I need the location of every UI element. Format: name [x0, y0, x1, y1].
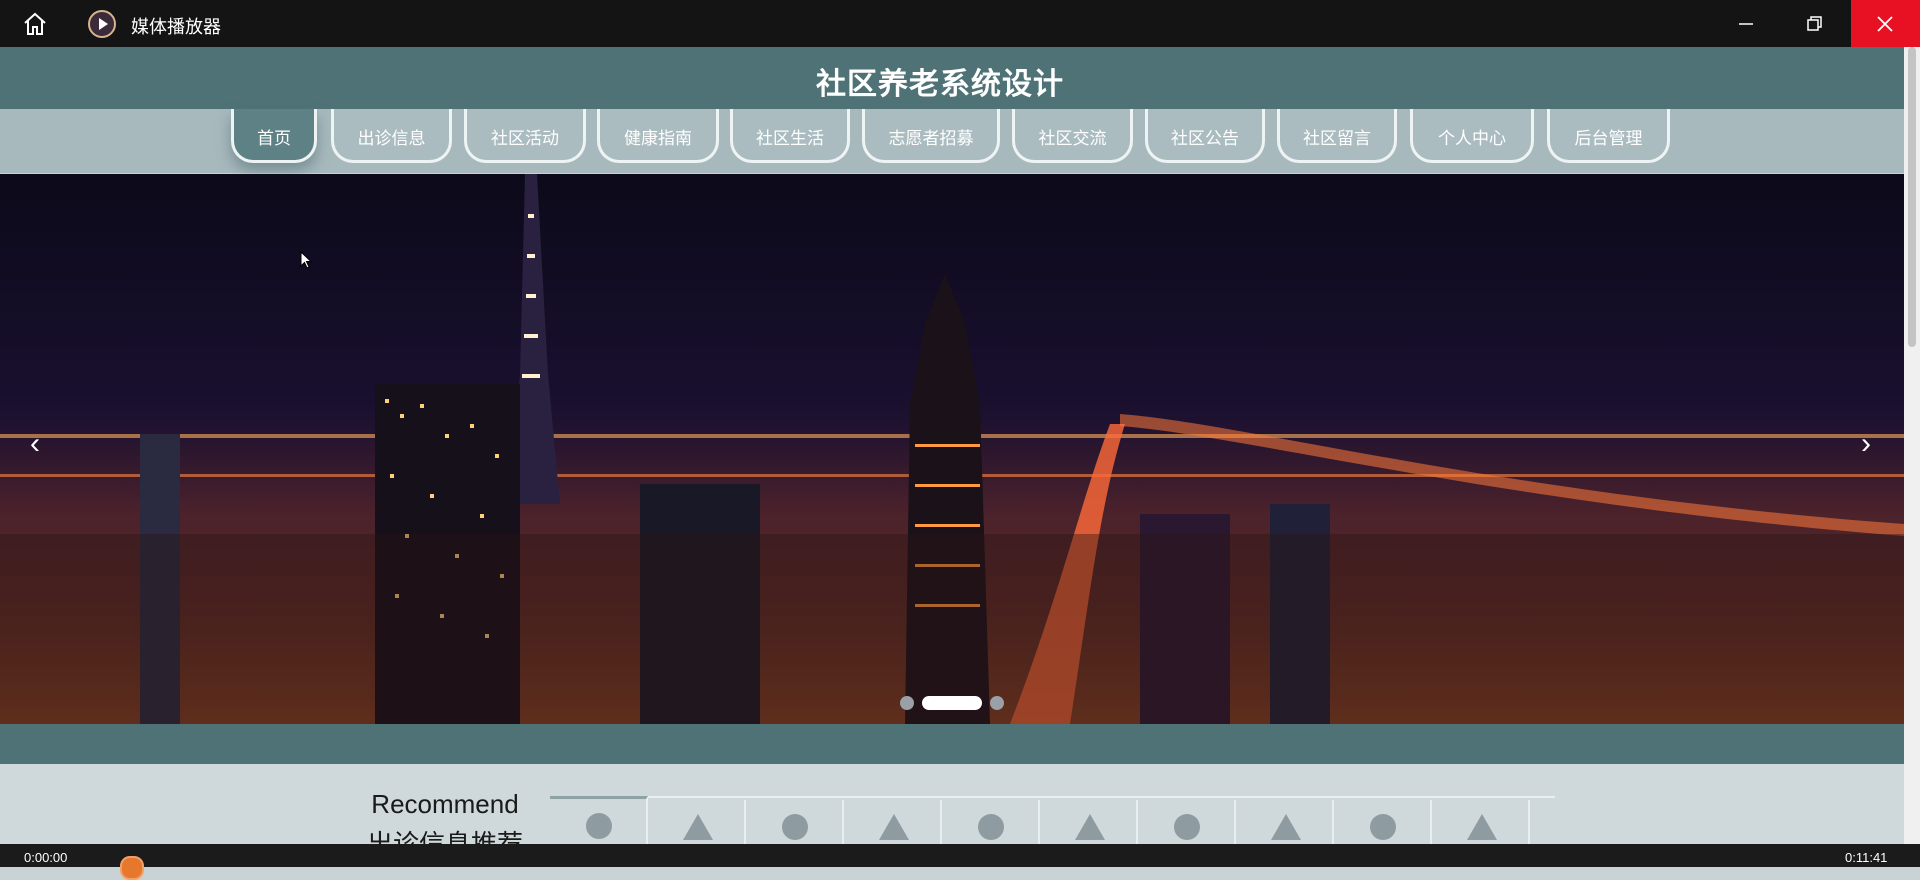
triangle-icon: [879, 814, 909, 840]
site-header: 社区养老系统设计: [0, 47, 1904, 109]
triangle-icon: [1075, 814, 1105, 840]
banner-next-arrow[interactable]: ›: [1851, 424, 1881, 464]
triangle-icon: [1271, 814, 1301, 840]
recommend-section: Recommend 出诊信息推荐: [0, 764, 1904, 844]
banner-dot[interactable]: [990, 695, 1004, 710]
nav-community-exchange[interactable]: 社区交流: [1012, 109, 1133, 163]
section-divider: [0, 724, 1904, 764]
mouse-cursor-icon: [300, 251, 313, 269]
seek-slider-handle[interactable]: [120, 856, 144, 880]
nav-clinic-info[interactable]: 出诊信息: [331, 109, 452, 163]
recommend-tab[interactable]: [1236, 800, 1334, 844]
circle-icon: [978, 814, 1004, 840]
banner-dot-active[interactable]: [922, 695, 982, 710]
nav-home[interactable]: 首页: [231, 109, 317, 163]
banner-dot[interactable]: [900, 695, 914, 710]
minimize-button[interactable]: [1713, 0, 1781, 47]
site-title: 社区养老系统设计: [816, 68, 1064, 101]
player-controls: 0:00:00 0:11:41: [0, 844, 1920, 880]
recommend-title: Recommend: [371, 789, 519, 819]
nav-volunteer-recruit[interactable]: 志愿者招募: [862, 109, 1000, 163]
recommend-tab[interactable]: [942, 800, 1040, 844]
home-icon[interactable]: [21, 10, 49, 38]
web-page: 社区养老系统设计 首页 出诊信息 社区活动 健康指南 社区生活 志愿者招募 社区…: [0, 47, 1904, 844]
main-nav: 首页 出诊信息 社区活动 健康指南 社区生活 志愿者招募 社区交流 社区公告 社…: [0, 109, 1904, 173]
elapsed-time: 0:00:00: [24, 850, 68, 865]
recommend-tab[interactable]: [550, 796, 648, 844]
banner-image: [0, 174, 1904, 724]
media-player-icon: [87, 9, 117, 39]
maximize-icon: [1807, 16, 1822, 31]
banner-prev-arrow[interactable]: ‹: [20, 424, 50, 464]
close-button[interactable]: [1851, 0, 1920, 47]
nav-community-life[interactable]: 社区生活: [730, 109, 850, 163]
nav-community-activities[interactable]: 社区活动: [464, 109, 586, 163]
banner-pagination: [0, 694, 1904, 712]
maximize-button[interactable]: [1781, 0, 1849, 47]
nav-community-message[interactable]: 社区留言: [1277, 109, 1397, 163]
recommend-tab[interactable]: [1432, 800, 1530, 844]
recommend-tab[interactable]: [1040, 800, 1138, 844]
minimize-icon: [1739, 23, 1753, 25]
recommend-tab[interactable]: [746, 800, 844, 844]
nav-admin[interactable]: 后台管理: [1547, 109, 1670, 163]
recommend-tab[interactable]: [1138, 800, 1236, 844]
window-title: 媒体播放器: [131, 17, 221, 37]
page-scrollbar[interactable]: [1904, 47, 1920, 844]
banner-carousel[interactable]: ‹ ›: [0, 174, 1904, 724]
nav-community-notice[interactable]: 社区公告: [1145, 109, 1265, 163]
circle-icon: [1370, 814, 1396, 840]
circle-icon: [782, 814, 808, 840]
circle-icon: [586, 813, 612, 839]
close-icon: [1877, 16, 1893, 32]
triangle-icon: [1467, 814, 1497, 840]
title-bar: 媒体播放器: [0, 0, 1920, 47]
recommend-tab[interactable]: [648, 800, 746, 844]
recommend-tab[interactable]: [1334, 800, 1432, 844]
total-time: 0:11:41: [1845, 850, 1888, 865]
triangle-icon: [683, 814, 713, 840]
circle-icon: [1174, 814, 1200, 840]
recommend-tab[interactable]: [844, 800, 942, 844]
nav-personal-center[interactable]: 个人中心: [1410, 109, 1534, 163]
nav-health-guide[interactable]: 健康指南: [597, 109, 719, 163]
recommend-tabs: [550, 796, 1555, 844]
scrollbar-thumb[interactable]: [1908, 47, 1916, 347]
recommend-subtitle: 出诊信息推荐: [366, 829, 523, 844]
